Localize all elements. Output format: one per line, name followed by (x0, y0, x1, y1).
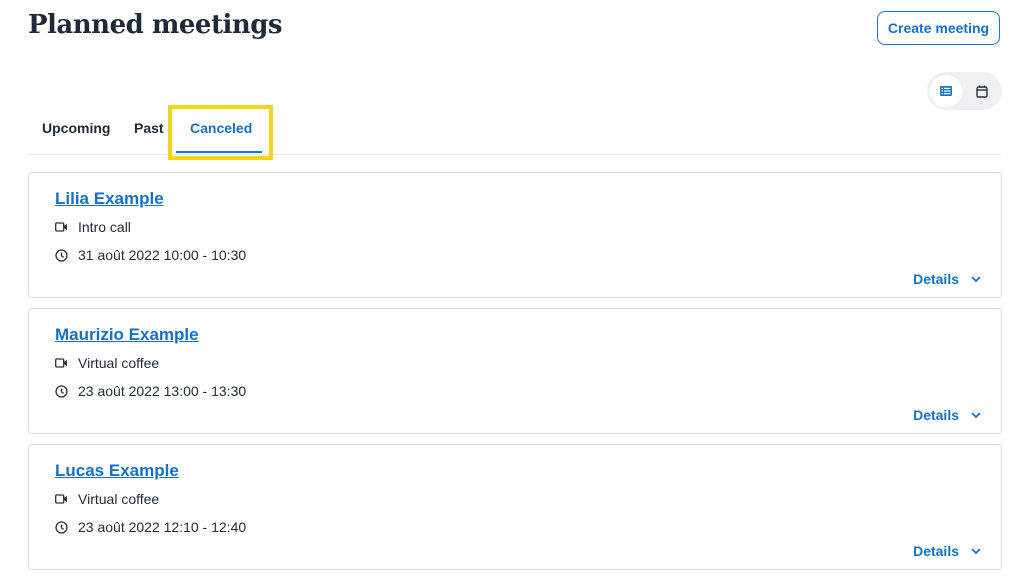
page-title: Planned meetings (28, 10, 283, 40)
clock-icon (55, 248, 68, 262)
view-toggle (927, 72, 1002, 110)
meeting-card: Lilia Example Intro call 31 août 2022 10… (28, 172, 1002, 298)
details-label: Details (913, 543, 959, 559)
clock-icon (55, 384, 68, 398)
tab-canceled[interactable]: Canceled (190, 120, 252, 136)
active-tab-indicator (176, 151, 262, 153)
meeting-type: Virtual coffee (55, 491, 159, 507)
meeting-contact-link[interactable]: Lucas Example (55, 461, 179, 481)
meeting-card: Lucas Example Virtual coffee 23 août 202… (28, 444, 1002, 570)
details-label: Details (913, 407, 959, 423)
create-meeting-button[interactable]: Create meeting (877, 11, 1000, 45)
list-icon (940, 86, 952, 96)
chevron-down-icon (971, 276, 981, 282)
tab-past[interactable]: Past (134, 120, 164, 136)
clock-icon (55, 520, 68, 534)
meeting-time: 31 août 2022 10:00 - 10:30 (55, 247, 246, 263)
details-toggle[interactable]: Details (913, 543, 981, 559)
tab-upcoming[interactable]: Upcoming (42, 120, 110, 136)
meeting-type-label: Virtual coffee (78, 491, 160, 507)
meeting-type: Intro call (55, 219, 131, 235)
chevron-down-icon (971, 412, 981, 418)
meeting-contact-link[interactable]: Maurizio Example (55, 325, 199, 345)
details-toggle[interactable]: Details (913, 271, 981, 287)
meeting-type: Virtual coffee (55, 355, 159, 371)
video-icon (55, 358, 67, 368)
meeting-type-label: Intro call (78, 219, 131, 235)
calendar-view-button[interactable] (966, 75, 998, 107)
details-label: Details (913, 271, 959, 287)
meeting-type-label: Virtual coffee (78, 355, 160, 371)
list-view-button[interactable] (930, 75, 962, 107)
meeting-time-label: 23 août 2022 13:00 - 13:30 (78, 383, 247, 399)
meeting-time: 23 août 2022 13:00 - 13:30 (55, 383, 246, 399)
calendar-icon (976, 85, 988, 98)
details-toggle[interactable]: Details (913, 407, 981, 423)
video-icon (55, 494, 67, 504)
meeting-time-label: 31 août 2022 10:00 - 10:30 (78, 247, 247, 263)
video-icon (55, 222, 67, 232)
meeting-contact-link[interactable]: Lilia Example (55, 189, 164, 209)
meeting-time: 23 août 2022 12:10 - 12:40 (55, 519, 246, 535)
meeting-time-label: 23 août 2022 12:10 - 12:40 (78, 519, 247, 535)
tab-bar: Upcoming Past Canceled (28, 108, 1001, 155)
chevron-down-icon (971, 548, 981, 554)
meeting-card: Maurizio Example Virtual coffee 23 août … (28, 308, 1002, 434)
